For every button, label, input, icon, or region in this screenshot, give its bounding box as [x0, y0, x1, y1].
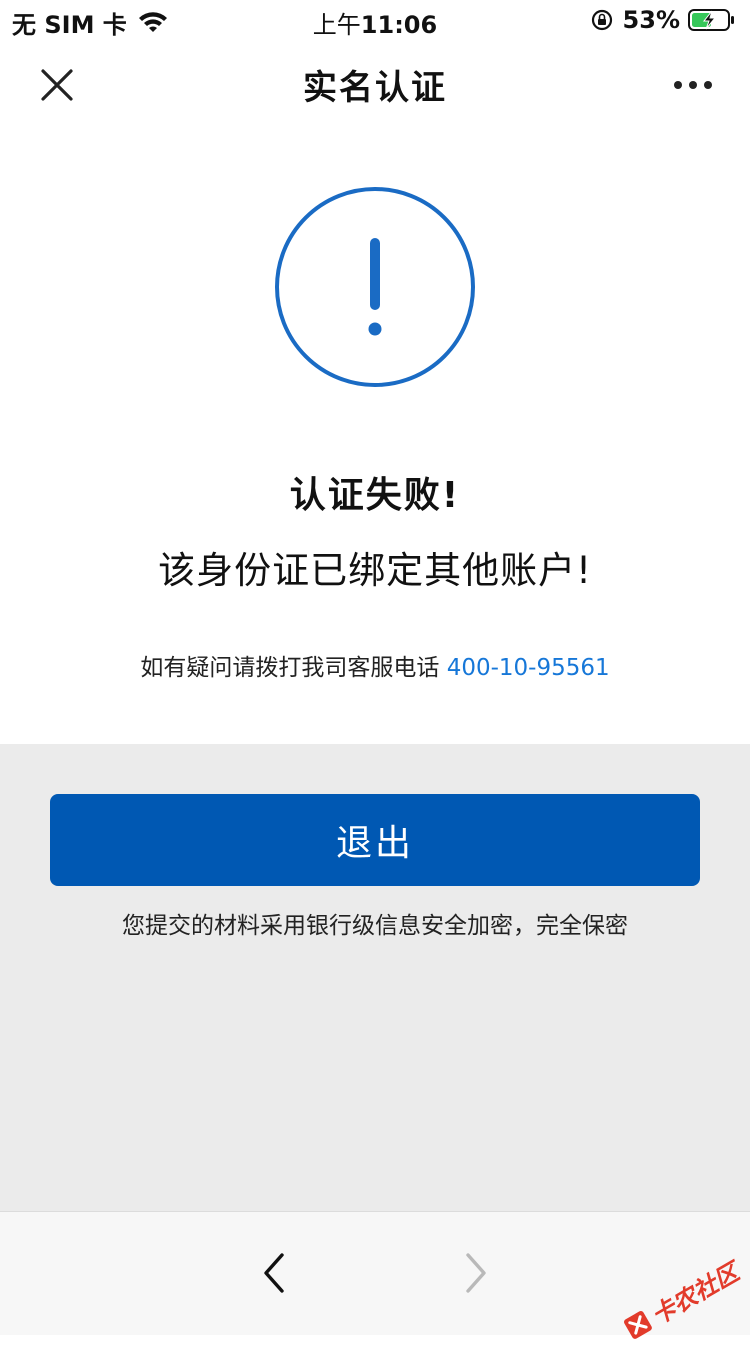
- result-message: 该身份证已绑定其他账户!: [158, 549, 592, 592]
- time-prefix: 上午: [312, 11, 361, 39]
- page-title: 实名认证: [303, 68, 447, 108]
- contact-line: 如有疑问请拨打我司客服电话 400-10-95561: [0, 648, 750, 682]
- battery-percent: 53%: [622, 6, 680, 34]
- action-area: 退出 您提交的材料采用银行级信息安全加密，完全保密: [0, 744, 750, 1211]
- result-title: 认证失败!: [289, 475, 461, 516]
- nav-bar: 实名认证: [0, 40, 750, 126]
- rotation-lock-icon: [591, 9, 612, 31]
- contact-text: 如有疑问请拨打我司客服电话: [140, 655, 440, 681]
- status-bar: 无 SIM 卡 上午11:06 53%: [0, 0, 750, 40]
- security-note: 您提交的材料采用银行级信息安全加密，完全保密: [122, 913, 628, 939]
- chevron-left-icon[interactable]: [254, 1250, 294, 1296]
- more-icon: [674, 81, 712, 89]
- watermark-text: 卡农社区: [646, 1258, 744, 1331]
- phone-link[interactable]: 400-10-95561: [447, 655, 610, 681]
- exit-button[interactable]: 退出: [50, 794, 700, 886]
- browser-toolbar: 卡农社区: [0, 1211, 750, 1339]
- exclamation-circle-icon: [275, 187, 475, 387]
- time-value: 11:06: [360, 11, 438, 39]
- battery-charging-icon: [688, 9, 734, 31]
- watermark-logo: 卡农社区: [618, 1253, 745, 1346]
- more-button[interactable]: [668, 70, 718, 100]
- chevron-right-icon[interactable]: [456, 1250, 496, 1296]
